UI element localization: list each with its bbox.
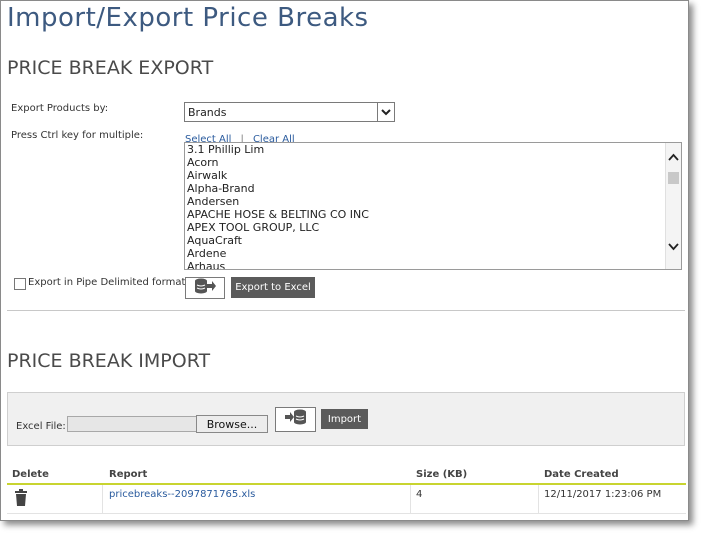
brand-option[interactable]: Alpha-Brand: [187, 182, 369, 195]
import-section-title: PRICE BREAK IMPORT: [7, 350, 211, 372]
export-by-select[interactable]: Brands: [184, 102, 395, 122]
excel-file-label: Excel File:: [16, 421, 66, 432]
pipe-delimited-label: Export in Pipe Delimited format: [28, 277, 186, 288]
report-link[interactable]: pricebreaks--2097871765.xls: [109, 489, 255, 500]
browse-button[interactable]: Browse...: [196, 415, 268, 433]
chevron-up-icon[interactable]: [666, 153, 681, 167]
listbox-scrollbar[interactable]: [665, 143, 681, 269]
column-divider: [538, 485, 539, 513]
column-header-delete: Delete: [12, 469, 49, 480]
export-section-title: PRICE BREAK EXPORT: [7, 57, 214, 79]
column-header-size: Size (KB): [416, 469, 468, 480]
import-button[interactable]: Import: [321, 409, 368, 429]
brand-option[interactable]: AquaCraft: [187, 234, 369, 247]
brands-listbox[interactable]: 3.1 Phillip Lim Acorn Airwalk Alpha-Brand An…: [184, 142, 682, 270]
database-import-icon: [284, 408, 308, 431]
section-divider: [7, 310, 685, 311]
import-icon-button[interactable]: [275, 407, 316, 432]
window-frame: Import/Export Price Breaks PRICE BREAK E…: [0, 0, 689, 521]
column-header-report: Report: [109, 469, 148, 480]
export-by-value: Brands: [188, 106, 227, 119]
brand-option[interactable]: Arhaus: [187, 260, 369, 269]
brand-option[interactable]: APACHE HOSE & BELTING CO INC: [187, 208, 369, 221]
column-divider: [410, 485, 411, 513]
column-divider: [102, 485, 103, 513]
database-export-icon: [193, 277, 217, 300]
chevron-down-icon: [377, 103, 394, 121]
brands-list: 3.1 Phillip Lim Acorn Airwalk Alpha-Brand An…: [187, 143, 369, 269]
report-date: 12/11/2017 1:23:06 PM: [544, 489, 662, 500]
page-title: Import/Export Price Breaks: [7, 3, 369, 33]
table-header-rule: [7, 483, 686, 485]
brand-option[interactable]: 3.1 Phillip Lim: [187, 143, 369, 156]
brand-option[interactable]: Ardene: [187, 247, 369, 260]
brand-option[interactable]: Acorn: [187, 156, 369, 169]
chevron-down-icon[interactable]: [666, 243, 681, 257]
row-divider: [7, 513, 686, 514]
trash-icon[interactable]: [14, 489, 28, 512]
export-to-excel-button[interactable]: Export to Excel: [231, 277, 315, 298]
scrollbar-thumb[interactable]: [668, 172, 679, 184]
export-icon-button[interactable]: [185, 277, 225, 299]
report-size: 4: [416, 489, 423, 500]
brand-option[interactable]: Airwalk: [187, 169, 369, 182]
export-by-label: Export Products by:: [11, 103, 109, 114]
brand-option[interactable]: APEX TOOL GROUP, LLC: [187, 221, 369, 234]
multi-select-hint: Press Ctrl key for multiple:: [11, 130, 144, 141]
brand-option[interactable]: Andersen: [187, 195, 369, 208]
excel-file-input[interactable]: [67, 416, 197, 432]
pipe-delimited-checkbox[interactable]: [14, 278, 26, 290]
column-header-date: Date Created: [544, 469, 619, 480]
